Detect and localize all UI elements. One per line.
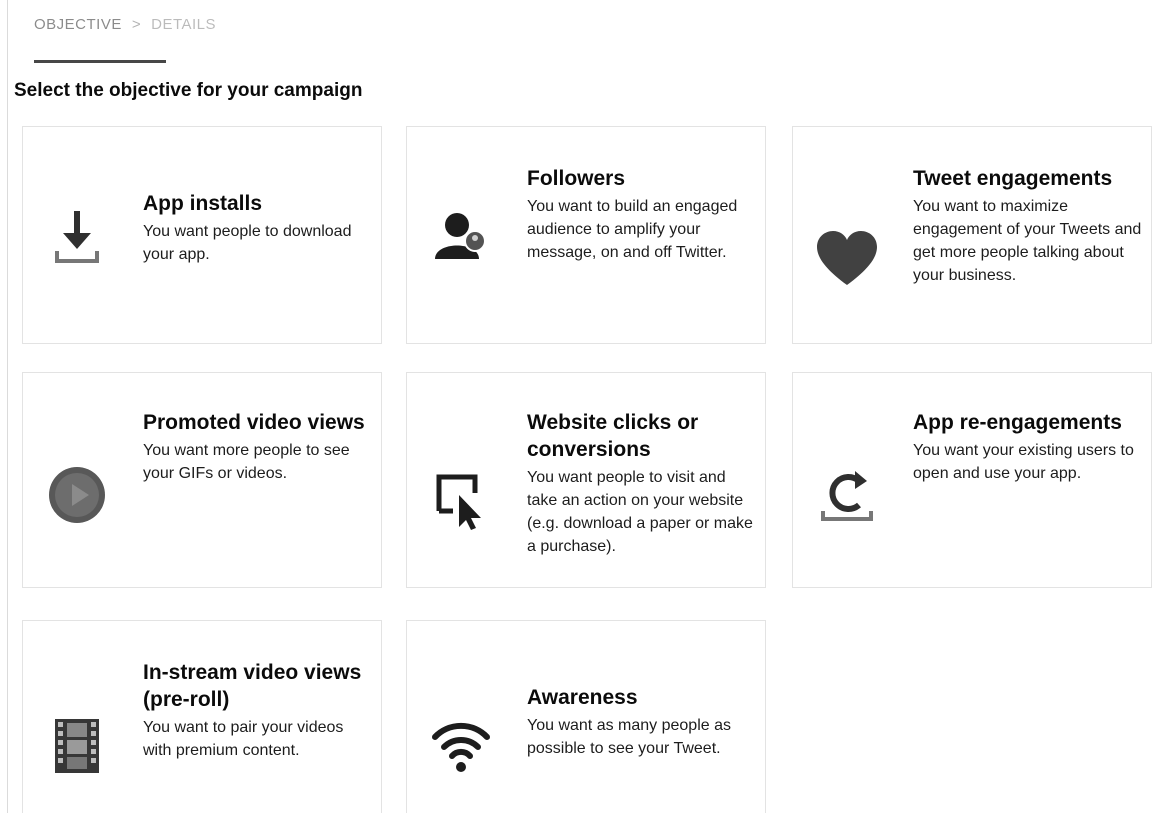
- film-strip-icon: [45, 713, 109, 777]
- objective-card-app-re-engagements[interactable]: App re-engagements You want your existin…: [792, 372, 1152, 588]
- objective-title: Awareness: [527, 686, 638, 709]
- objective-card-followers[interactable]: Followers You want to build an engaged a…: [406, 126, 766, 344]
- campaign-objective-page: OBJECTIVE > DETAILS Select the objective…: [0, 0, 1176, 813]
- objective-description: You want to pair your videos with premiu…: [143, 719, 344, 759]
- objective-title: Promoted video views: [143, 411, 365, 434]
- download-icon: [45, 205, 109, 269]
- objective-description: You want people to download your app.: [143, 223, 352, 263]
- objective-description: You want to maximize engagement of your …: [913, 198, 1142, 284]
- left-border: [7, 0, 8, 813]
- objective-title: Tweet engagements: [913, 167, 1113, 190]
- objective-description: You want to build an engaged audience to…: [527, 198, 738, 261]
- objective-title: In-stream video views (pre-roll): [143, 661, 362, 711]
- objective-card-website-clicks[interactable]: Website clicks or conversions You want p…: [406, 372, 766, 588]
- cursor-click-icon: [429, 467, 493, 531]
- breadcrumb: OBJECTIVE > DETAILS: [34, 16, 216, 33]
- step-details[interactable]: DETAILS: [151, 16, 216, 33]
- objective-description: You want as many people as possible to s…: [527, 717, 731, 757]
- page-title: Select the objective for your campaign: [14, 80, 363, 101]
- objective-card-tweet-engagements[interactable]: Tweet engagements You want to maximize e…: [792, 126, 1152, 344]
- followers-icon: [429, 205, 493, 269]
- reengage-icon: [815, 463, 879, 527]
- objective-description: You want people to visit and take an act…: [527, 469, 753, 555]
- objective-card-in-stream-video[interactable]: In-stream video views (pre-roll) You wan…: [22, 620, 382, 813]
- objective-description: You want more people to see your GIFs or…: [143, 442, 350, 482]
- objective-card-promoted-video-views[interactable]: Promoted video views You want more peopl…: [22, 372, 382, 588]
- video-play-icon: [45, 463, 109, 527]
- objective-card-app-installs[interactable]: App installs You want people to download…: [22, 126, 382, 344]
- breadcrumb-separator: >: [131, 16, 142, 33]
- objective-title: App installs: [143, 192, 263, 215]
- objective-card-awareness[interactable]: Awareness You want as many people as pos…: [406, 620, 766, 813]
- objective-description: You want your existing users to open and…: [913, 442, 1134, 482]
- objective-title: Website clicks or conversions: [527, 411, 699, 461]
- step-objective[interactable]: OBJECTIVE: [34, 16, 122, 33]
- active-step-indicator: [34, 60, 166, 63]
- objective-title: App re-engagements: [913, 411, 1122, 434]
- heart-icon: [815, 227, 879, 291]
- wifi-signal-icon: [429, 713, 493, 777]
- objective-title: Followers: [527, 167, 626, 190]
